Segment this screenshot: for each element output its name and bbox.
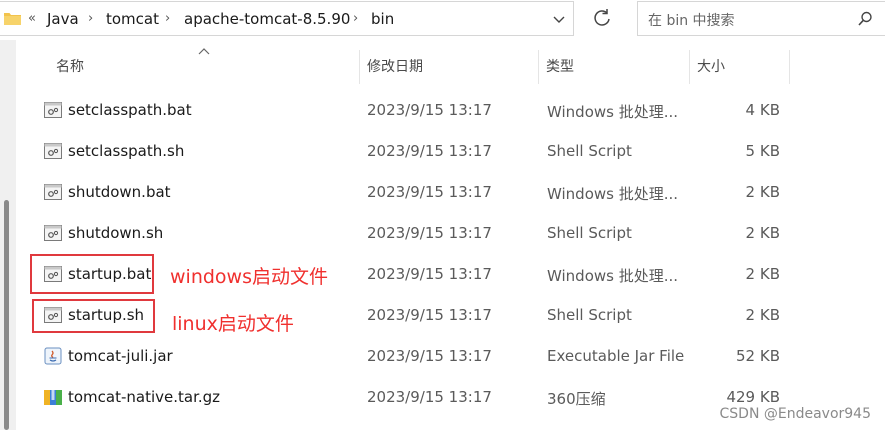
batch-file-icon xyxy=(44,184,62,200)
highlight-box-startup-bat xyxy=(30,254,154,294)
watermark: CSDN @Endeavor945 xyxy=(719,406,872,422)
search-input[interactable]: 在 bin 中搜索 xyxy=(648,10,735,30)
file-type: Windows 批处理... xyxy=(547,267,679,285)
file-size: 2 KB xyxy=(745,224,780,242)
file-size: 5 KB xyxy=(745,142,780,160)
refresh-button[interactable] xyxy=(585,1,619,36)
folder-icon xyxy=(4,13,21,25)
script-file-icon xyxy=(44,143,62,159)
file-type: Windows 批处理... xyxy=(547,103,679,121)
search-box[interactable]: 在 bin 中搜索 xyxy=(637,1,885,36)
file-name[interactable]: shutdown.sh xyxy=(68,224,163,242)
file-modified: 2023/9/15 13:17 xyxy=(367,265,492,283)
top-bar: « Java › tomcat › apache-tomcat-8.5.90 ›… xyxy=(0,0,885,40)
breadcrumb-bin[interactable]: bin xyxy=(371,10,394,28)
file-size: 4 KB xyxy=(745,101,780,119)
file-modified: 2023/9/15 13:17 xyxy=(367,306,492,324)
batch-file-icon xyxy=(44,102,62,118)
file-type: 360压缩 xyxy=(547,390,606,408)
column-header-type[interactable]: 类型 xyxy=(538,50,688,84)
file-size: 2 KB xyxy=(745,183,780,201)
file-row[interactable]: tomcat-juli.jar 2023/9/15 13:17 Executab… xyxy=(0,336,885,377)
file-type: Windows 批处理... xyxy=(547,185,679,203)
file-modified: 2023/9/15 13:17 xyxy=(367,101,492,119)
file-modified: 2023/9/15 13:17 xyxy=(367,142,492,160)
file-type: Executable Jar File xyxy=(547,347,685,365)
column-header-row: 名称 修改日期 类型 大小 xyxy=(18,50,885,84)
breadcrumb-tomcat[interactable]: tomcat xyxy=(106,10,159,28)
archive-file-icon xyxy=(44,390,62,405)
column-divider[interactable] xyxy=(789,50,790,84)
annotation-windows: windows启动文件 xyxy=(170,266,328,288)
file-type: Shell Script xyxy=(547,142,632,160)
file-size: 52 KB xyxy=(736,347,780,365)
file-size: 2 KB xyxy=(745,306,780,324)
breadcrumb-java[interactable]: Java xyxy=(47,10,79,28)
jar-file-icon xyxy=(44,347,62,365)
file-modified: 2023/9/15 13:17 xyxy=(367,183,492,201)
column-header-modified[interactable]: 修改日期 xyxy=(359,50,539,84)
file-row[interactable]: setclasspath.sh 2023/9/15 13:17 Shell Sc… xyxy=(0,131,885,172)
search-icon[interactable] xyxy=(857,11,873,27)
breadcrumb-apache-tomcat[interactable]: apache-tomcat-8.5.90 xyxy=(184,10,350,28)
file-type: Shell Script xyxy=(547,306,632,324)
refresh-icon xyxy=(594,9,610,26)
file-name[interactable]: setclasspath.sh xyxy=(68,142,184,160)
chevron-down-icon xyxy=(553,16,565,23)
breadcrumb-separator[interactable]: › xyxy=(88,11,93,26)
file-modified: 2023/9/15 13:17 xyxy=(367,388,492,406)
address-bar[interactable]: « Java › tomcat › apache-tomcat-8.5.90 ›… xyxy=(0,1,574,36)
file-row[interactable]: shutdown.bat 2023/9/15 13:17 Windows 批处理… xyxy=(0,172,885,213)
annotation-linux: linux启动文件 xyxy=(172,313,294,335)
file-modified: 2023/9/15 13:17 xyxy=(367,224,492,242)
file-size: 429 KB xyxy=(726,388,780,406)
breadcrumb-separator[interactable]: › xyxy=(353,11,358,26)
column-header-size[interactable]: 大小 xyxy=(689,50,789,84)
script-file-icon xyxy=(44,225,62,241)
file-row[interactable]: shutdown.sh 2023/9/15 13:17 Shell Script… xyxy=(0,213,885,254)
file-name[interactable]: tomcat-juli.jar xyxy=(68,347,173,365)
breadcrumb-separator[interactable]: › xyxy=(165,11,170,26)
column-header-name[interactable]: 名称 xyxy=(48,50,358,84)
file-size: 2 KB xyxy=(745,265,780,283)
file-name[interactable]: setclasspath.bat xyxy=(68,101,192,119)
file-type: Shell Script xyxy=(547,224,632,242)
file-name[interactable]: tomcat-native.tar.gz xyxy=(68,388,220,406)
address-dropdown-button[interactable] xyxy=(544,2,574,37)
highlight-box-startup-sh xyxy=(32,299,155,333)
file-name[interactable]: shutdown.bat xyxy=(68,183,171,201)
breadcrumb-overflow[interactable]: « xyxy=(28,11,36,26)
file-row[interactable]: setclasspath.bat 2023/9/15 13:17 Windows… xyxy=(0,90,885,131)
file-modified: 2023/9/15 13:17 xyxy=(367,347,492,365)
